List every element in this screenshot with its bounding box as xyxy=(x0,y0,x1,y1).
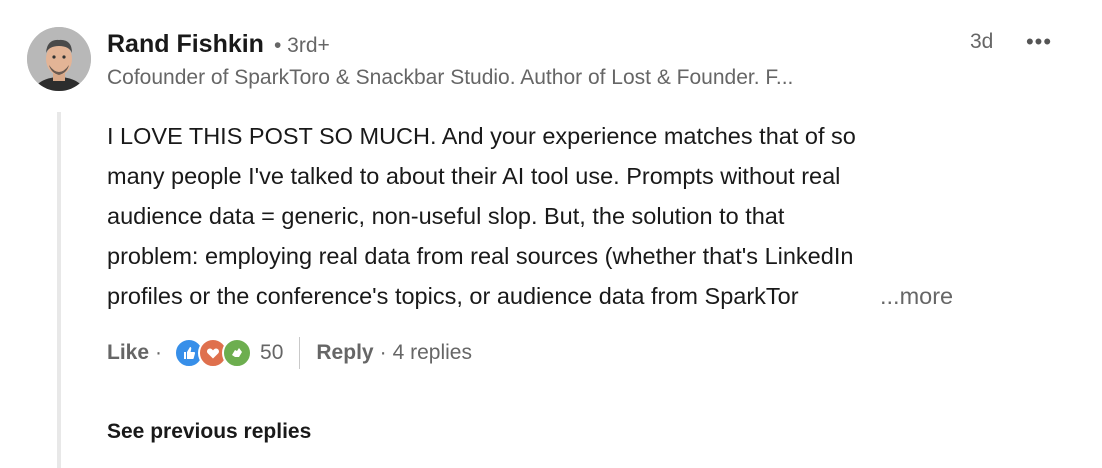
reactions-summary[interactable]: 50 xyxy=(174,338,283,368)
thread-line xyxy=(57,112,61,468)
author-headline: Cofounder of SparkToro & Snackbar Studio… xyxy=(107,66,794,89)
support-icon xyxy=(222,338,253,368)
author-name[interactable]: Rand Fishkin xyxy=(107,30,264,59)
comment-actions: Like · 50 Reply · 4 replies xyxy=(107,336,472,370)
see-more-link[interactable]: ...more xyxy=(880,276,953,316)
like-button[interactable]: Like xyxy=(107,341,149,365)
reaction-count: 50 xyxy=(260,341,284,364)
ellipsis-icon: ••• xyxy=(1025,29,1053,54)
reply-button[interactable]: Reply xyxy=(316,341,373,365)
separator-dot: · xyxy=(155,341,163,364)
see-previous-replies-button[interactable]: See previous replies xyxy=(107,420,311,444)
more-options-button[interactable]: ••• xyxy=(1022,28,1056,56)
author-row: Rand Fishkin • 3rd+ xyxy=(107,30,330,62)
comment-line: I LOVE THIS POST SO MUCH. And your exper… xyxy=(107,123,856,149)
comment-timestamp: 3d xyxy=(970,30,994,53)
replies-count[interactable]: 4 replies xyxy=(393,341,472,365)
comment-line: problem: employing real data from real s… xyxy=(107,243,854,269)
comment-line: many people I've talked to about their A… xyxy=(107,163,841,189)
comment-line: audience data = generic, non-useful slop… xyxy=(107,203,785,229)
connection-degree: • 3rd+ xyxy=(273,34,330,57)
connection-degree-label: 3rd+ xyxy=(287,34,330,57)
actions-divider xyxy=(299,337,301,369)
avatar[interactable] xyxy=(27,27,91,91)
separator-dot: · xyxy=(379,341,387,364)
